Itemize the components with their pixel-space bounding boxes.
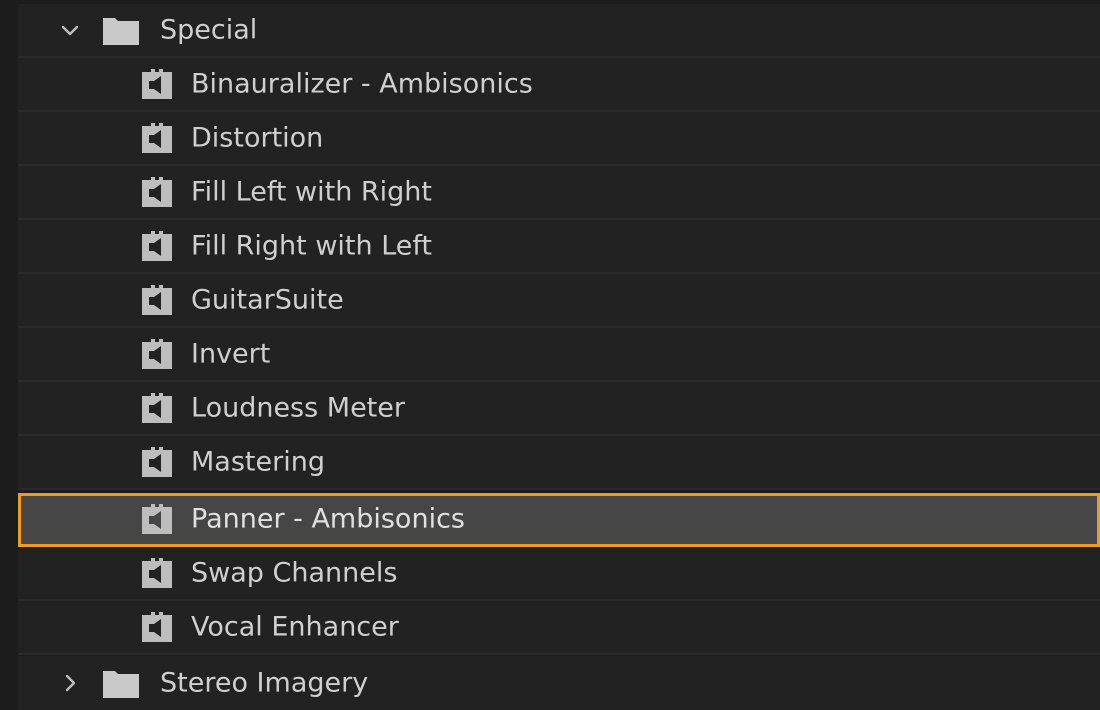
effects-tree-panel: Special Binauralizer - Ambisonics Distor…	[0, 0, 1100, 710]
audio-effect-icon	[142, 177, 172, 207]
chevron-down-icon[interactable]	[58, 18, 82, 42]
effect-label: Vocal Enhancer	[191, 611, 399, 643]
folder-icon	[103, 671, 139, 698]
effect-item-mastering[interactable]: Mastering	[18, 436, 1100, 490]
effect-item-loudness-meter[interactable]: Loudness Meter	[18, 382, 1100, 436]
effect-label: Loudness Meter	[191, 392, 405, 424]
audio-effect-icon	[142, 123, 172, 153]
audio-effect-icon	[142, 339, 172, 369]
effect-label: Fill Left with Right	[191, 176, 432, 208]
effect-label: Binauralizer - Ambisonics	[191, 68, 533, 100]
effect-item-swap-channels[interactable]: Swap Channels	[18, 547, 1100, 601]
audio-effect-icon	[142, 447, 172, 477]
folder-row-special[interactable]: Special	[18, 4, 1100, 58]
folder-label-special: Special	[160, 14, 258, 46]
effect-item-invert[interactable]: Invert	[18, 328, 1100, 382]
audio-effect-icon	[142, 612, 172, 642]
folder-icon	[103, 18, 139, 45]
effect-item-panner-ambisonics-selected[interactable]: Panner - Ambisonics	[18, 493, 1100, 547]
folder-label-stereo-imagery: Stereo Imagery	[160, 667, 369, 699]
effect-label: GuitarSuite	[191, 284, 344, 316]
audio-effect-icon	[142, 558, 172, 588]
effect-label: Invert	[191, 338, 271, 370]
effect-label: Panner - Ambisonics	[191, 503, 465, 535]
effect-label: Swap Channels	[191, 557, 398, 589]
audio-effect-icon	[142, 393, 172, 423]
chevron-right-icon[interactable]	[58, 671, 82, 695]
effect-item-fill-left-with-right[interactable]: Fill Left with Right	[18, 166, 1100, 220]
effect-label: Distortion	[191, 122, 324, 154]
effect-item-distortion[interactable]: Distortion	[18, 112, 1100, 166]
audio-effect-icon	[142, 504, 172, 534]
effect-item-vocal-enhancer[interactable]: Vocal Enhancer	[18, 601, 1100, 655]
audio-effect-icon	[142, 231, 172, 261]
effect-item-binauralizer-ambisonics[interactable]: Binauralizer - Ambisonics	[18, 58, 1100, 112]
effect-item-guitarsuite[interactable]: GuitarSuite	[18, 274, 1100, 328]
effect-label: Mastering	[191, 446, 325, 478]
folder-row-stereo-imagery[interactable]: Stereo Imagery	[18, 656, 1100, 710]
effect-item-fill-right-with-left[interactable]: Fill Right with Left	[18, 220, 1100, 274]
audio-effect-icon	[142, 69, 172, 99]
audio-effect-icon	[142, 285, 172, 315]
effect-label: Fill Right with Left	[191, 230, 432, 262]
